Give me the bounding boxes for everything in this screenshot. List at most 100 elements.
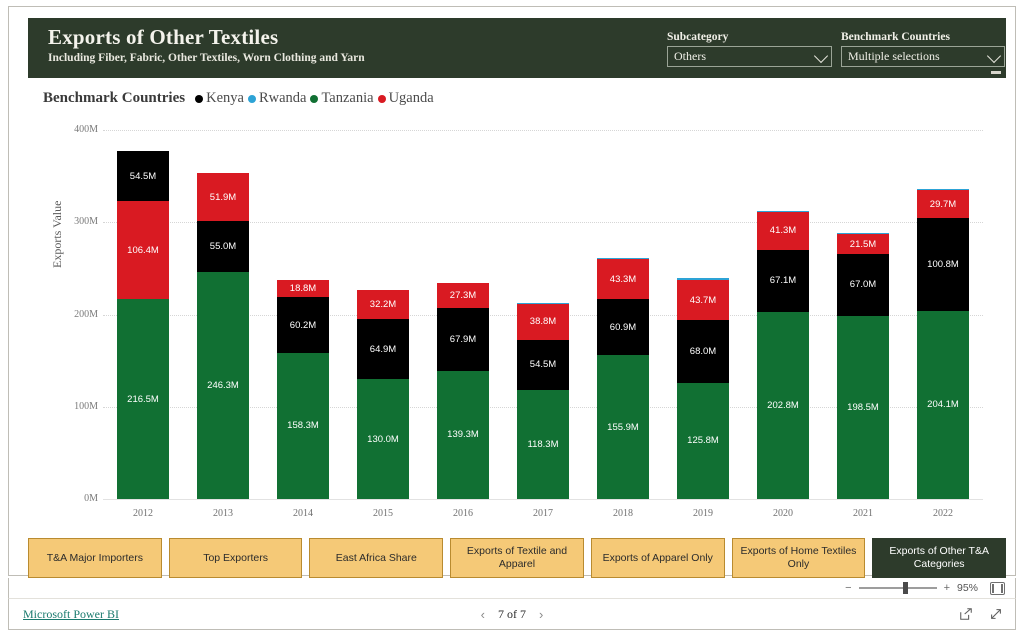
bar-segment-kenya[interactable]: 100.8M [917, 217, 969, 311]
bar-segment-uganda[interactable]: 38.8M [517, 303, 569, 340]
bar-segment-uganda[interactable]: 43.3M [597, 259, 649, 300]
legend-item-tanzania[interactable]: Tanzania [310, 90, 374, 107]
bar-group-2022[interactable]: 204.1M 100.8M 29.7M [917, 189, 969, 499]
fullscreen-icon[interactable] [989, 607, 1003, 621]
bar-segment-rwanda[interactable] [917, 189, 969, 191]
bar-value-label: 204.1M [927, 399, 959, 411]
bar-segment-kenya[interactable]: 55.0M [197, 221, 249, 272]
bar-value-label: 246.3M [207, 379, 239, 391]
nav-button-t-a-major-importers[interactable]: T&A Major Importers [28, 538, 162, 578]
bar-segment-tanzania[interactable]: 125.8M [677, 382, 729, 499]
bar-segment-uganda[interactable]: 106.4M [117, 201, 169, 300]
bar-segment-tanzania[interactable]: 155.9M [597, 355, 649, 499]
bar-value-label: 60.2M [289, 319, 317, 331]
zoom-in-button[interactable]: + [944, 582, 950, 594]
nav-button-east-africa-share[interactable]: East Africa Share [309, 538, 444, 578]
y-axis-tick-label: 0M [84, 493, 98, 504]
bar-segment-tanzania[interactable]: 158.3M [277, 352, 329, 499]
bar-stack: 130.0M 64.9M 32.2M [357, 289, 409, 499]
bar-segment-tanzania[interactable]: 130.0M [357, 379, 409, 499]
slicer-subcategory[interactable]: Subcategory Others [667, 31, 832, 67]
page-subtitle: Including Fiber, Fabric, Other Textiles,… [48, 52, 365, 64]
bar-segment-uganda[interactable]: 51.9M [197, 173, 249, 222]
zoom-out-button[interactable]: − [845, 582, 851, 594]
chart-bars: 216.5M 106.4M 54.5M 2012 246.3M 55.0M 51.9M 201… [103, 118, 983, 521]
bar-segment-kenya[interactable]: 67.9M [437, 307, 489, 371]
bar-value-label: 18.8M [289, 283, 317, 295]
bar-group-2013[interactable]: 246.3M 55.0M 51.9M [197, 173, 249, 499]
bar-group-2014[interactable]: 158.3M 60.2M 18.8M [277, 280, 329, 499]
bar-segment-tanzania[interactable]: 202.8M [757, 311, 809, 499]
x-axis-tick-label: 2014 [293, 508, 313, 519]
bar-group-2012[interactable]: 216.5M 106.4M 54.5M [117, 150, 169, 499]
bar-stack: 202.8M 67.1M 41.3M [757, 210, 809, 499]
bar-value-label: 202.8M [767, 399, 799, 411]
nav-button-exports-of-apparel-only[interactable]: Exports of Apparel Only [590, 538, 725, 578]
bar-group-2021[interactable]: 198.5M 67.0M 21.5M [837, 233, 889, 499]
bar-value-label: 118.3M [527, 438, 559, 450]
zoom-slider-handle[interactable] [902, 582, 908, 594]
x-axis-tick-label: 2015 [373, 508, 393, 519]
collapse-handle-icon[interactable] [991, 71, 1001, 74]
bar-segment-tanzania[interactable]: 118.3M [517, 389, 569, 499]
report-header: Exports of Other Textiles Including Fibe… [28, 18, 1006, 78]
previous-page-button[interactable]: ‹ [481, 607, 485, 622]
bar-segment-kenya[interactable]: 67.0M [837, 254, 889, 316]
bar-value-label: 155.9M [607, 421, 639, 433]
zoom-slider[interactable] [858, 582, 937, 594]
bar-segment-kenya[interactable]: 64.9M [357, 319, 409, 380]
bar-segment-uganda[interactable]: 32.2M [357, 289, 409, 320]
bar-segment-rwanda[interactable] [597, 257, 649, 260]
legend-item-rwanda[interactable]: Rwanda [247, 90, 307, 107]
bar-segment-uganda[interactable]: 18.8M [277, 280, 329, 298]
bar-segment-tanzania[interactable]: 198.5M [837, 315, 889, 499]
bar-group-2019[interactable]: 125.8M 68.0M 43.7M [677, 278, 729, 499]
bar-value-label: 27.3M [449, 289, 477, 301]
next-page-button[interactable]: › [539, 607, 543, 622]
x-axis-tick-label: 2013 [213, 508, 233, 519]
bar-segment-tanzania[interactable]: 139.3M [437, 370, 489, 499]
zoom-percent-label: 95% [957, 582, 979, 594]
nav-button-exports-of-other-t-a-categories[interactable]: Exports of Other T&A Categories [872, 538, 1007, 578]
bar-segment-kenya[interactable]: 54.5M [117, 150, 169, 202]
slicer-benchmark-dropdown[interactable]: Multiple selections [841, 46, 1005, 67]
chevron-down-icon [986, 48, 1002, 63]
nav-button-top-exporters[interactable]: Top Exporters [168, 538, 303, 578]
nav-button-exports-of-textile-and-apparel[interactable]: Exports of Textile and Apparel [450, 538, 584, 578]
bar-segment-tanzania[interactable]: 246.3M [197, 271, 249, 499]
bar-segment-uganda[interactable]: 27.3M [437, 282, 489, 308]
bar-segment-rwanda[interactable] [757, 210, 809, 212]
bar-group-2016[interactable]: 139.3M 67.9M 27.3M [437, 282, 489, 499]
slicer-subcategory-dropdown[interactable]: Others [667, 46, 832, 67]
bar-group-2017[interactable]: 118.3M 54.5M 38.8M [517, 302, 569, 499]
slicer-benchmark-value: Multiple selections [848, 49, 940, 63]
legend-item-kenya[interactable]: Kenya [195, 90, 244, 107]
bar-stack: 216.5M 106.4M 54.5M [117, 150, 169, 499]
share-icon[interactable] [959, 607, 973, 621]
legend-item-label: Rwanda [258, 90, 307, 106]
bar-segment-kenya[interactable]: 60.9M [597, 299, 649, 356]
bar-segment-rwanda[interactable] [837, 233, 889, 235]
bar-segment-uganda[interactable]: 41.3M [757, 211, 809, 251]
bar-segment-kenya[interactable]: 67.1M [757, 250, 809, 312]
nav-button-exports-of-home-textiles-only[interactable]: Exports of Home Textiles Only [731, 538, 866, 578]
bar-segment-kenya[interactable]: 68.0M [677, 320, 729, 383]
bar-segment-rwanda[interactable] [517, 302, 569, 304]
bar-segment-uganda[interactable]: 21.5M [837, 234, 889, 255]
bar-segment-rwanda[interactable] [677, 278, 729, 280]
bar-segment-kenya[interactable]: 54.5M [517, 339, 569, 390]
bar-group-2020[interactable]: 202.8M 67.1M 41.3M [757, 210, 809, 499]
bar-segment-kenya[interactable]: 60.2M [277, 297, 329, 353]
slicer-benchmark-countries[interactable]: Benchmark Countries Multiple selections [841, 31, 1005, 67]
page-nav-buttons: T&A Major Importers Top Exporters East Afr… [28, 538, 1007, 578]
legend-item-uganda[interactable]: Uganda [377, 90, 434, 107]
bar-value-label: 60.9M [609, 321, 637, 333]
bar-segment-uganda[interactable]: 29.7M [917, 190, 969, 218]
bar-segment-tanzania[interactable]: 216.5M [117, 299, 169, 499]
bar-segment-uganda[interactable]: 43.7M [677, 279, 729, 321]
bar-segment-tanzania[interactable]: 204.1M [917, 310, 969, 499]
bar-group-2018[interactable]: 155.9M 60.9M 43.3M [597, 257, 649, 499]
fit-to-page-icon[interactable] [990, 581, 1005, 595]
y-axis-tick-label: 100M [74, 400, 98, 412]
bar-group-2015[interactable]: 130.0M 64.9M 32.2M [357, 289, 409, 499]
